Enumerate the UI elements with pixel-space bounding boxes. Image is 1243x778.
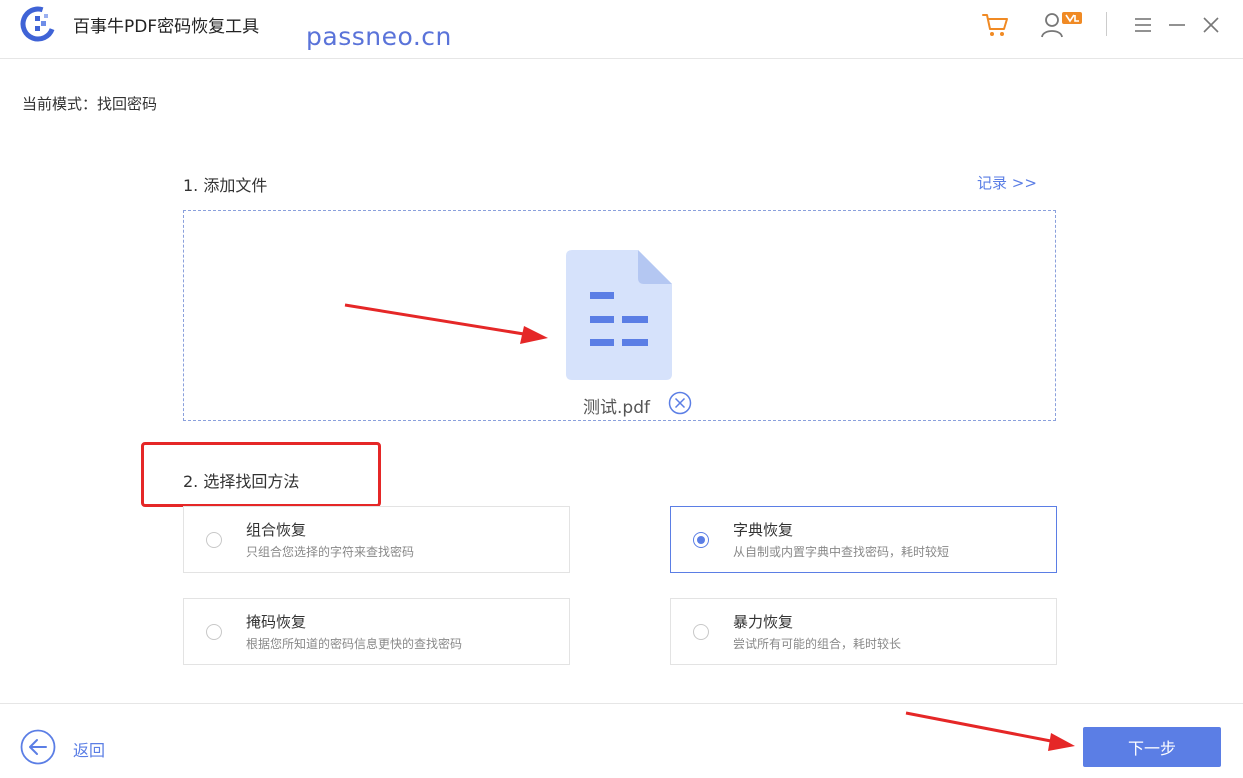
option-title: 暴力恢复 — [733, 613, 794, 631]
radio-button[interactable] — [206, 532, 222, 548]
watermark-text: passneo.cn — [306, 22, 452, 51]
back-arrow-icon[interactable] — [20, 729, 56, 765]
minimize-icon[interactable] — [1162, 10, 1192, 40]
menu-icon[interactable] — [1128, 10, 1158, 40]
option-description: 只组合您选择的字符来查找密码 — [246, 545, 415, 559]
annotation-arrowhead-next — [1048, 733, 1075, 751]
user-vip-icon[interactable] — [1040, 10, 1084, 40]
radio-button[interactable] — [206, 624, 222, 640]
option-description: 根据您所知道的密码信息更快的查找密码 — [246, 637, 463, 651]
record-link[interactable]: 记录 >> — [977, 172, 1037, 193]
title-bar: 百事牛PDF密码恢复工具 passneo.cn — [0, 0, 1243, 59]
footer-divider — [0, 703, 1243, 704]
app-title: 百事牛PDF密码恢复工具 — [73, 17, 260, 37]
annotation-arrow-to-next — [905, 711, 1057, 744]
close-icon[interactable] — [1196, 10, 1226, 40]
current-mode-label: 当前模式：找回密码 — [22, 95, 158, 113]
option-dictionary-recovery[interactable]: 字典恢复 从自制或内置字典中查找密码，耗时较短 — [670, 506, 1057, 573]
titlebar-separator — [1106, 12, 1107, 36]
option-mask-recovery[interactable]: 掩码恢复 根据您所知道的密码信息更快的查找密码 — [183, 598, 570, 665]
section-add-file-title: 1. 添加文件 — [183, 176, 268, 195]
option-combination-recovery[interactable]: 组合恢复 只组合您选择的字符来查找密码 — [183, 506, 570, 573]
next-step-button[interactable]: 下一步 — [1083, 727, 1221, 767]
option-title: 组合恢复 — [246, 521, 307, 539]
remove-file-icon[interactable] — [668, 391, 692, 415]
cart-icon[interactable] — [980, 10, 1010, 40]
app-logo-icon — [20, 6, 56, 42]
option-title: 掩码恢复 — [246, 613, 307, 631]
pdf-file-icon — [566, 250, 672, 380]
option-description: 从自制或内置字典中查找密码，耗时较短 — [733, 545, 950, 559]
back-button[interactable]: 返回 — [73, 737, 105, 761]
radio-button[interactable] — [693, 532, 709, 548]
section-method-title: 2. 选择找回方法 — [183, 472, 300, 491]
option-brute-force-recovery[interactable]: 暴力恢复 尝试所有可能的组合，耗时较长 — [670, 598, 1057, 665]
radio-button[interactable] — [693, 624, 709, 640]
file-name: 测试.pdf — [583, 398, 650, 418]
option-description: 尝试所有可能的组合，耗时较长 — [733, 637, 902, 651]
option-title: 字典恢复 — [733, 521, 794, 539]
